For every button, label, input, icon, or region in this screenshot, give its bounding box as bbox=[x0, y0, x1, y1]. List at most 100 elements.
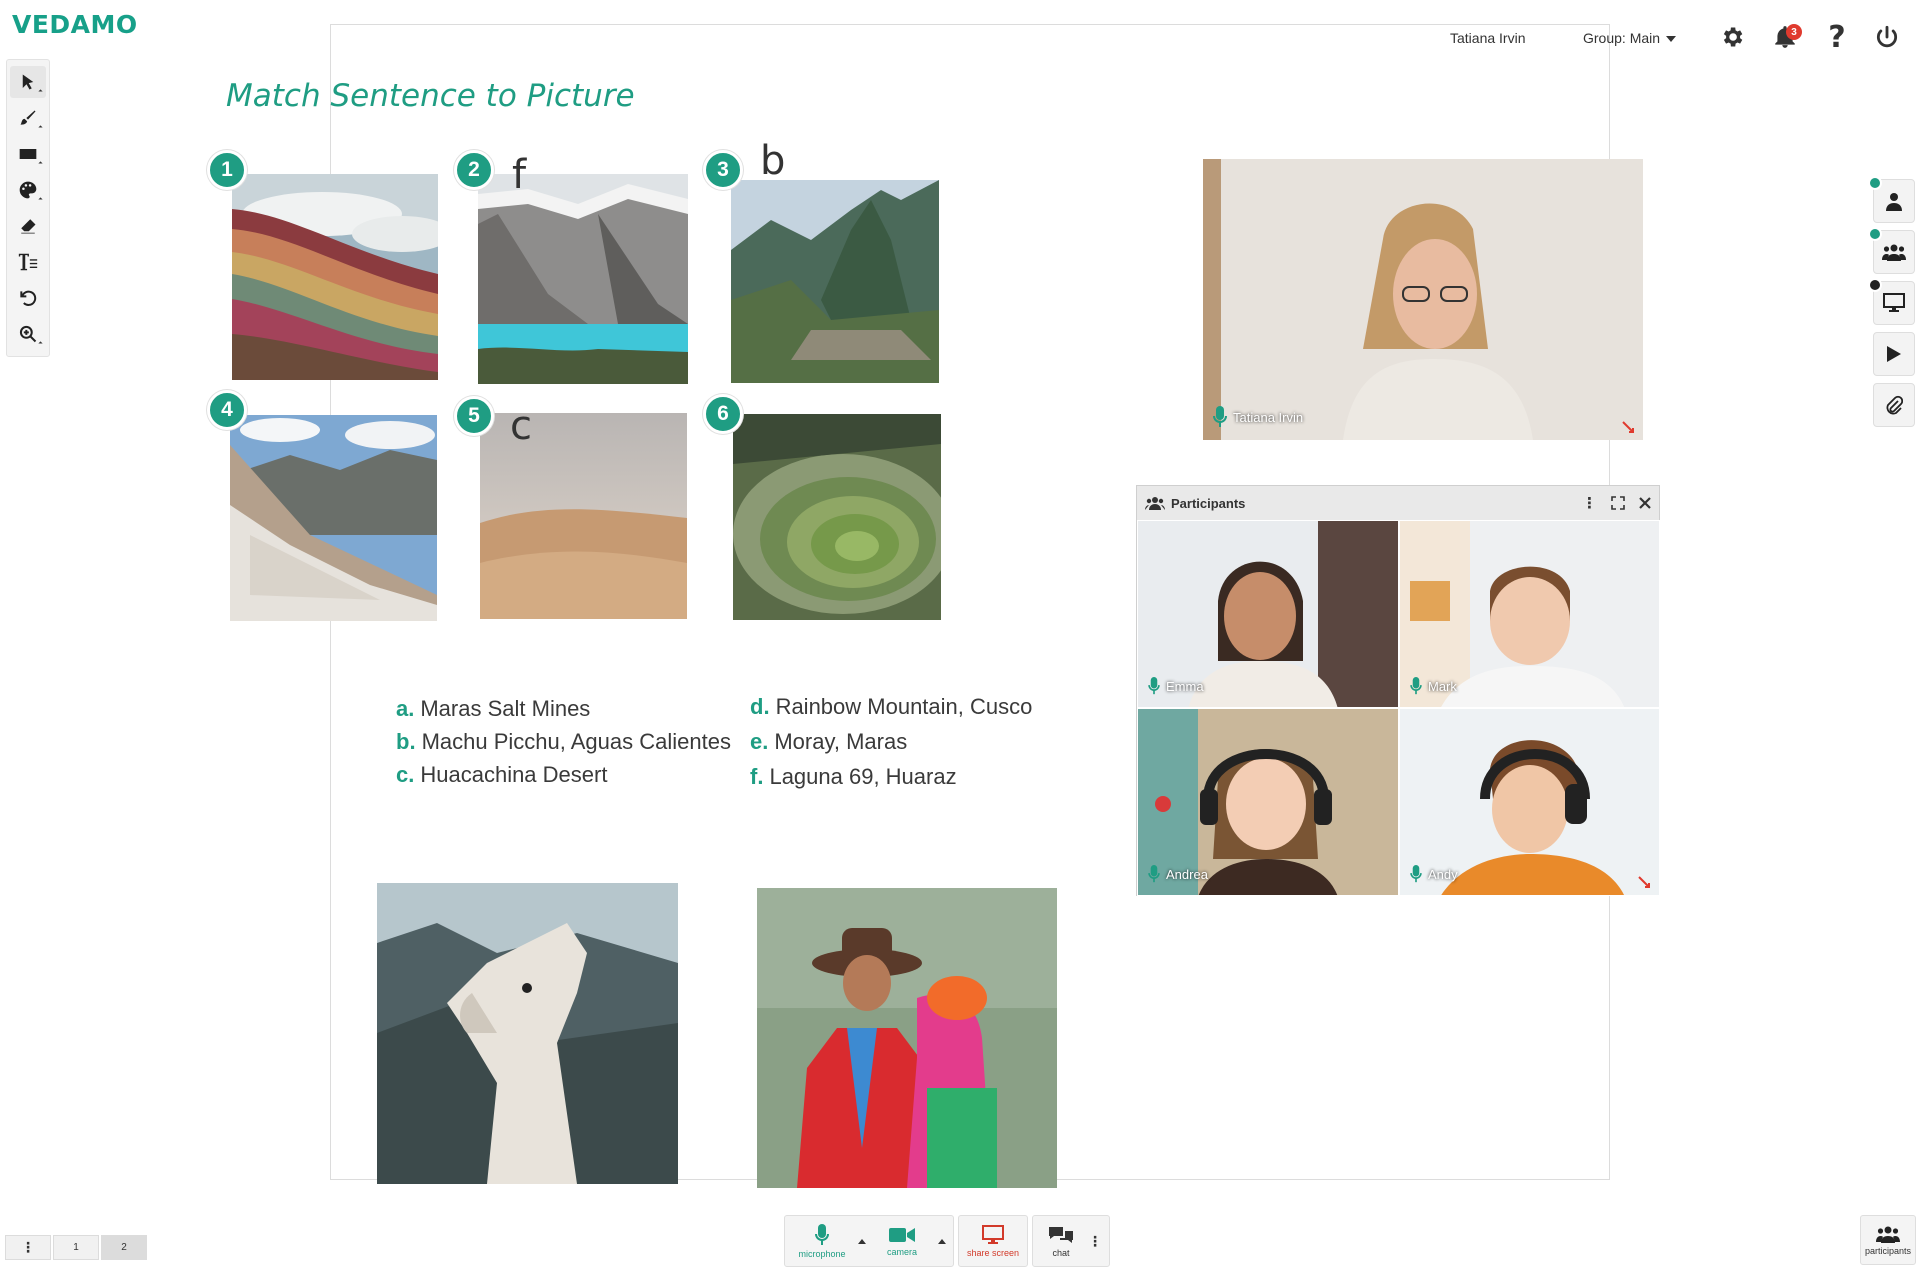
option-letter: d. bbox=[750, 694, 770, 719]
option-text: Huacachina Desert bbox=[420, 762, 608, 787]
text-tool[interactable] bbox=[10, 246, 46, 278]
more-vertical-icon[interactable]: ⋮ bbox=[1582, 494, 1597, 512]
fullscreen-icon[interactable] bbox=[1611, 496, 1625, 510]
shape-tool[interactable] bbox=[10, 138, 46, 170]
close-icon[interactable] bbox=[1639, 497, 1651, 509]
teacher-video[interactable]: Tatiana Irvin bbox=[1203, 159, 1643, 440]
participant-video[interactable]: Mark bbox=[1399, 520, 1660, 708]
participant-video[interactable]: Andrea bbox=[1137, 708, 1399, 896]
brush-icon bbox=[20, 110, 36, 125]
match-option: c. Huacachina Desert bbox=[396, 762, 607, 788]
caret-up-icon bbox=[858, 1238, 866, 1244]
page-menu-button[interactable]: ⋮ bbox=[5, 1235, 51, 1260]
match-option: e. Moray, Maras bbox=[750, 729, 907, 755]
share-screen-button[interactable]: share screen bbox=[963, 1218, 1023, 1264]
camera-options[interactable] bbox=[935, 1218, 949, 1264]
participant-label: Mark bbox=[1410, 677, 1457, 695]
participant-video[interactable]: Andy bbox=[1399, 708, 1660, 896]
notifications-button[interactable]: 3 bbox=[1770, 22, 1802, 52]
status-dot bbox=[1868, 176, 1882, 190]
drawing-toolbar bbox=[6, 59, 50, 357]
sidebar-user-video-button[interactable] bbox=[1868, 176, 1915, 223]
gear-icon bbox=[1723, 27, 1743, 47]
microphone-options[interactable] bbox=[855, 1218, 869, 1264]
microphone-icon bbox=[1410, 677, 1422, 695]
group-select[interactable]: Group: Main bbox=[1583, 30, 1677, 46]
question-icon: ? bbox=[1828, 19, 1846, 55]
participant-name: Andy bbox=[1428, 866, 1458, 882]
participants-panel: Participants ⋮ Emma Mark Andrea Andy bbox=[1136, 485, 1660, 896]
power-icon bbox=[1876, 25, 1898, 48]
microphone-icon bbox=[1213, 406, 1227, 427]
participants-panel-header: Participants ⋮ bbox=[1137, 486, 1659, 520]
text-icon bbox=[18, 253, 38, 271]
page-button[interactable]: 2 bbox=[101, 1235, 147, 1260]
participant-name: Tatiana Irvin bbox=[1233, 409, 1304, 425]
teacher-video-label: Tatiana Irvin bbox=[1213, 406, 1303, 428]
option-letter: f. bbox=[750, 764, 764, 789]
page-button[interactable]: 1 bbox=[53, 1235, 99, 1260]
handwritten-answer: c bbox=[510, 403, 532, 449]
sidebar-participants-video-button[interactable] bbox=[1868, 227, 1915, 274]
picture-number-badge: 5 bbox=[454, 396, 494, 436]
camera-button[interactable]: camera bbox=[869, 1218, 935, 1264]
picture-salt-mines bbox=[230, 415, 437, 621]
settings-button[interactable] bbox=[1717, 22, 1747, 52]
participants-button[interactable]: participants bbox=[1860, 1215, 1916, 1265]
match-option: a. Maras Salt Mines bbox=[396, 696, 590, 722]
participant-label: Emma bbox=[1148, 677, 1204, 695]
color-tool[interactable] bbox=[10, 174, 46, 206]
handwritten-answer: f bbox=[512, 152, 527, 198]
play-icon bbox=[1887, 346, 1901, 362]
option-text: Machu Picchu, Aguas Calientes bbox=[421, 729, 731, 754]
page-navigation: ⋮ 1 2 bbox=[5, 1235, 147, 1260]
option-text: Moray, Maras bbox=[774, 729, 908, 754]
chevron-down-icon bbox=[1666, 36, 1677, 43]
paperclip-icon bbox=[1886, 395, 1903, 415]
option-letter: e. bbox=[750, 729, 769, 754]
brush-tool[interactable] bbox=[10, 102, 46, 134]
sidebar-attachment-button[interactable] bbox=[1873, 383, 1915, 427]
media-controls: microphone camera share screen chat ⋮ bbox=[784, 1215, 1110, 1267]
picture-number-badge: 4 bbox=[207, 390, 247, 430]
select-tool[interactable] bbox=[10, 66, 46, 98]
undo-icon bbox=[20, 290, 37, 306]
eraser-icon bbox=[21, 219, 36, 234]
participant-name: Mark bbox=[1428, 678, 1457, 694]
monitor-icon bbox=[982, 1224, 1004, 1244]
users-icon bbox=[1882, 244, 1906, 261]
sidebar-screen-share-button[interactable] bbox=[1868, 278, 1915, 325]
resize-icon[interactable] bbox=[1637, 875, 1651, 889]
chat-button[interactable]: chat bbox=[1037, 1218, 1085, 1264]
help-button[interactable]: ? bbox=[1822, 19, 1852, 55]
status-dot bbox=[1868, 227, 1882, 241]
option-text: Laguna 69, Huaraz bbox=[769, 764, 957, 789]
users-icon bbox=[1876, 1226, 1900, 1243]
microphone-button[interactable]: microphone bbox=[789, 1218, 855, 1264]
palette-icon bbox=[19, 181, 37, 199]
participants-panel-title: Participants bbox=[1171, 495, 1246, 511]
chat-icon bbox=[1049, 1226, 1073, 1243]
slide-title: Match Sentence to Picture bbox=[226, 78, 635, 114]
resize-icon[interactable] bbox=[1621, 420, 1635, 434]
picture-rainbow-mountain bbox=[232, 174, 438, 380]
cursor-icon bbox=[22, 74, 34, 90]
picture-machu-picchu bbox=[731, 180, 939, 383]
zoom-tool[interactable] bbox=[10, 318, 46, 350]
picture-moray bbox=[733, 414, 941, 620]
eraser-tool[interactable] bbox=[10, 210, 46, 242]
microphone-label: microphone bbox=[798, 1248, 846, 1259]
user-name: Tatiana Irvin bbox=[1450, 30, 1526, 46]
option-letter: b. bbox=[396, 729, 416, 754]
chat-label: chat bbox=[1052, 1247, 1070, 1258]
more-options-button[interactable]: ⋮ bbox=[1085, 1218, 1105, 1264]
user-icon bbox=[1886, 193, 1902, 211]
match-option: b. Machu Picchu, Aguas Calientes bbox=[396, 729, 731, 755]
microphone-icon bbox=[1148, 677, 1160, 695]
undo-tool[interactable] bbox=[10, 282, 46, 314]
caret-up-icon bbox=[938, 1238, 946, 1244]
option-letter: c. bbox=[396, 762, 415, 787]
logout-button[interactable] bbox=[1872, 22, 1902, 52]
sidebar-play-button[interactable] bbox=[1873, 332, 1915, 376]
participant-video[interactable]: Emma bbox=[1137, 520, 1399, 708]
